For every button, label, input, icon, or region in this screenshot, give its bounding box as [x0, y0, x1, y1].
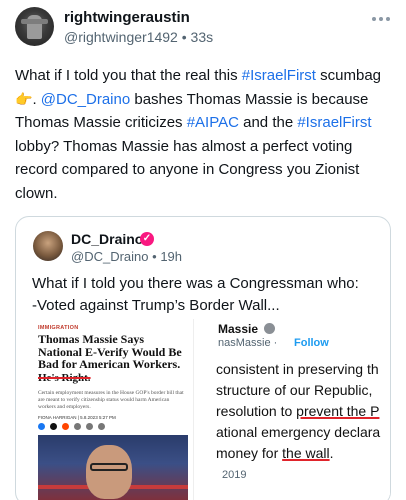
screenshot-text: consistent in preserving th structure of… [216, 359, 390, 464]
quoted-author-meta: @DC_Draino • 19h [71, 249, 182, 264]
article-struck-text: He's Right. [38, 372, 91, 384]
print-icon [86, 423, 93, 430]
author-handle[interactable]: @rightwinger1492 [64, 29, 178, 45]
author-username[interactable]: rightwingeraustin [64, 9, 190, 26]
hashtag-link[interactable]: #AIPAC [187, 114, 239, 131]
meta-separator: · [273, 337, 278, 349]
meta-separator: • [152, 249, 157, 264]
author-avatar[interactable] [15, 7, 54, 46]
screenshot-follow: Follow [294, 337, 329, 349]
mention-link[interactable]: @DC_Draino [41, 91, 130, 108]
article-subheadline: Certain employment measures in the House… [38, 390, 184, 410]
author-meta: @rightwinger1492 • 33s [64, 29, 213, 45]
email-icon [74, 423, 81, 430]
body-text-segment: and the [238, 114, 298, 131]
screenshot-line: ational emergency declara [216, 424, 381, 440]
screenshot-segment: resolution to [216, 403, 297, 419]
screenshot-handle-line: nasMassie · [218, 337, 277, 349]
screenshot-line: money for the wall. [216, 443, 390, 464]
quoted-body: What if I told you there was a Congressm… [32, 273, 382, 317]
screenshot-underlined-segment: the wall [282, 445, 330, 461]
verified-badge-icon [264, 323, 275, 334]
quoted-body-line: What if I told you there was a Congressm… [32, 275, 359, 292]
quoted-author-name[interactable]: DC_Draino [71, 231, 143, 247]
more-options-icon[interactable] [372, 14, 390, 24]
screenshot-underlined-segment: prevent the P [296, 403, 380, 419]
meta-separator: • [181, 29, 187, 45]
avatar-figure [21, 15, 48, 39]
more-dot [372, 17, 376, 21]
hashtag-link[interactable]: #IsraelFirst [297, 114, 371, 131]
quoted-author-handle[interactable]: @DC_Draino [71, 249, 149, 264]
screenshot-line: structure of our Republic, [216, 382, 373, 398]
article-photo [38, 435, 188, 500]
post-time[interactable]: 33s [191, 29, 214, 45]
article-share-icons [38, 423, 105, 430]
article-headline: Thomas Massie Says National E-Verify Wou… [38, 332, 182, 371]
screenshot-date: 2019 [222, 469, 247, 481]
article-kicker: IMMIGRATION [38, 325, 79, 331]
body-text-segment: lobby? Thomas Massie has almost a perfec… [15, 137, 360, 202]
verified-badge-icon: ✓ [140, 232, 154, 246]
screenshot-handle: nasMassie [218, 337, 271, 349]
quoted-media[interactable]: IMMIGRATION Thomas Massie Says National … [32, 319, 390, 500]
screenshot-line: consistent in preserving th [216, 361, 379, 377]
post-card: rightwingeraustin @rightwinger1492 • 33s… [0, 0, 406, 500]
article-byline: FIONA HARRIGAN | 5.8.2023 5:27 PM [38, 415, 116, 420]
more-dot [386, 17, 390, 21]
x-icon [50, 423, 57, 430]
reddit-icon [62, 423, 69, 430]
screenshot-name: Massie [218, 322, 259, 336]
post-body: What if I told you that the real this #I… [15, 64, 395, 205]
tweet-screenshot: Massie nasMassie · Follow consistent in … [194, 319, 390, 500]
body-text-segment: scumbag [315, 67, 382, 84]
screenshot-line: resolution to prevent the P [216, 401, 390, 422]
screenshot-segment: . [329, 445, 334, 461]
hashtag-link[interactable]: #IsraelFirst [242, 67, 316, 84]
body-text-segment: . [32, 90, 41, 108]
quoted-body-line: -Voted against Trump’s Border Wall... [32, 297, 280, 314]
quoted-post-time[interactable]: 19h [160, 249, 182, 264]
comment-icon [98, 423, 105, 430]
person-face [86, 445, 132, 499]
screenshot-segment: money for [216, 445, 283, 461]
quoted-author-avatar[interactable] [33, 231, 63, 261]
facebook-icon [38, 423, 45, 430]
article-screenshot: IMMIGRATION Thomas Massie Says National … [32, 319, 194, 500]
more-dot [379, 17, 383, 21]
pointing-hand-emoji: 👉 [15, 90, 33, 107]
body-text-segment: What if I told you that the real this [15, 67, 242, 84]
quoted-post[interactable]: DC_Draino ✓ @DC_Draino • 19h What if I t… [15, 216, 391, 500]
glasses [90, 463, 128, 471]
